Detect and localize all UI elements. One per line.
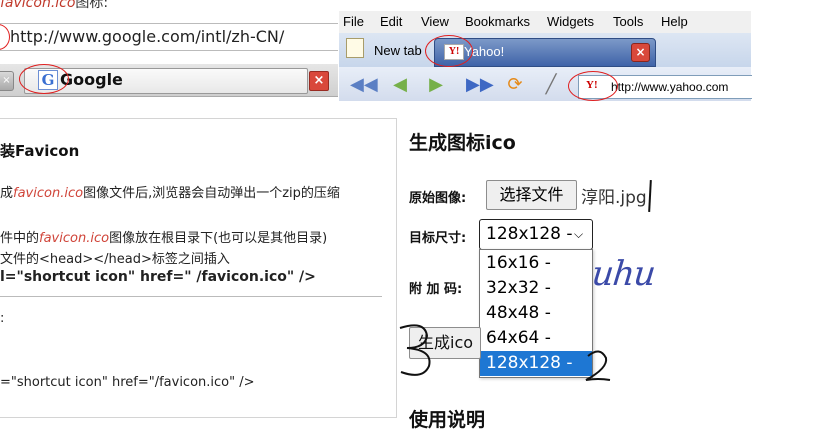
help-code-plain: ="shortcut icon" href="/favicon.ico" />	[0, 375, 255, 390]
caption-text: favicon.ico图标:	[0, 0, 108, 12]
size-option[interactable]: 48x48 -	[480, 301, 592, 326]
annotation-circle	[425, 35, 473, 67]
help-line-2-filename: favicon.ico	[39, 231, 110, 246]
size-option[interactable]: 16x16 -	[480, 251, 592, 276]
captcha-label: 附 加 码:	[409, 282, 463, 297]
tab-label: Google	[60, 70, 123, 89]
help-line-3: 文件的<head></head>标签之间插入	[0, 252, 230, 267]
divider	[0, 296, 382, 297]
address-bar[interactable]: http://www.google.com/intl/zh-CN/	[0, 23, 338, 51]
help-line-2-prefix: 件中的	[0, 231, 40, 246]
caption-filename: favicon.ico	[0, 0, 76, 11]
usage-heading: 使用说明	[409, 409, 486, 431]
help-line-1-prefix: 成	[0, 186, 14, 201]
help-colon: :	[0, 311, 5, 326]
caption-suffix: 图标:	[75, 0, 109, 11]
address-bar-url: http://www.yahoo.com	[611, 80, 729, 94]
reload-icon[interactable]: ⟳	[504, 76, 526, 94]
menu-help[interactable]: Help	[661, 14, 688, 29]
menu-view[interactable]: View	[421, 14, 449, 29]
source-image-label: 原始图像:	[409, 191, 467, 206]
close-icon[interactable]: ×	[631, 43, 650, 62]
size-select-value: 128x128 -	[486, 224, 573, 244]
fast-forward-icon[interactable]: ▶▶	[466, 76, 494, 94]
help-line-2: 件中的favicon.ico图像放在根目录下(也可以是其他目录)	[0, 227, 327, 246]
help-panel	[0, 118, 397, 418]
help-code-bold: l="shortcut icon" href=" /favicon.ico" /…	[0, 269, 316, 285]
menu-bar: File Edit View Bookmarks Widgets Tools H…	[339, 11, 751, 33]
tab-close-icon[interactable]: ×	[0, 71, 14, 91]
chevron-down-icon: ⌵	[574, 227, 584, 241]
menu-bookmarks[interactable]: Bookmarks	[465, 14, 530, 29]
size-option[interactable]: 64x64 -	[480, 326, 592, 351]
close-icon[interactable]: ×	[309, 71, 329, 91]
page-icon	[346, 38, 364, 58]
help-line-1: 成favicon.ico图像文件后,浏览器会自动弹出一个zip的压缩	[0, 182, 340, 201]
help-line-1-suffix: 图像文件后,浏览器会自动弹出一个zip的压缩	[83, 186, 340, 201]
size-select[interactable]: 128x128 - ⌵	[479, 219, 593, 250]
handwritten-3-annotation	[399, 324, 431, 376]
help-line-1-filename: favicon.ico	[13, 186, 84, 201]
menu-tools[interactable]: Tools	[613, 14, 643, 29]
size-option[interactable]: 32x32 -	[480, 276, 592, 301]
help-title: 装Favicon	[0, 142, 80, 160]
size-option-selected[interactable]: 128x128 -	[480, 351, 592, 376]
annotation-circle	[19, 64, 69, 94]
menu-widgets[interactable]: Widgets	[547, 14, 594, 29]
choose-file-button[interactable]: 选择文件	[486, 180, 577, 210]
size-dropdown: 16x16 - 32x32 - 48x48 - 64x64 - 128x128 …	[479, 249, 593, 378]
rewind-icon[interactable]: ◀◀	[350, 76, 378, 94]
menu-file[interactable]: File	[343, 14, 364, 29]
file-name: 淳阳.jpg	[581, 188, 647, 208]
annotation-circle	[568, 71, 618, 101]
menu-edit[interactable]: Edit	[380, 14, 402, 29]
address-bar-url: http://www.google.com/intl/zh-CN/	[10, 27, 285, 46]
form-title: 生成图标ico	[409, 132, 516, 154]
text-cursor	[648, 179, 652, 213]
help-line-2-suffix: 图像放在根目录下(也可以是其他目录)	[109, 231, 328, 246]
forward-icon[interactable]: ▶	[425, 76, 447, 94]
back-icon[interactable]: ◀	[389, 76, 411, 94]
target-size-label: 目标尺寸:	[409, 231, 467, 246]
captcha-image: uhu	[589, 254, 657, 294]
tab-new[interactable]: New tab	[374, 43, 422, 58]
wand-icon[interactable]: ╱	[540, 76, 562, 94]
handwritten-2-annotation	[585, 350, 611, 381]
